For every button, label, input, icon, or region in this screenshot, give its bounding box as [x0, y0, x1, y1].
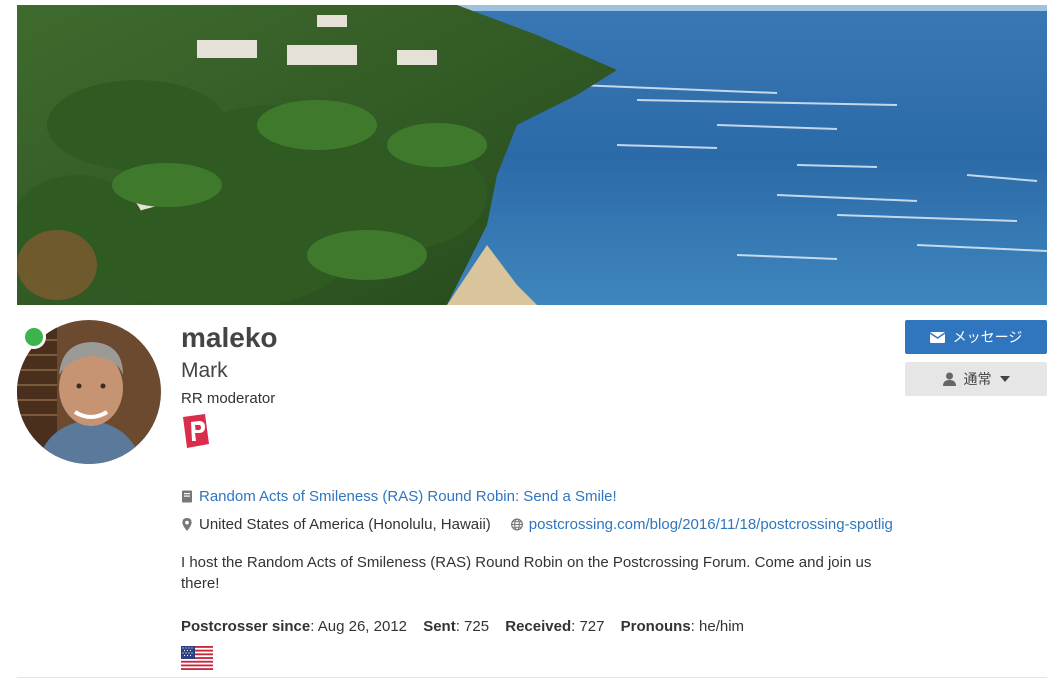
location-text: United States of America (Honolulu, Hawa… [199, 516, 491, 533]
pronouns-value: : he/him [690, 618, 745, 635]
status-button-label: 通常 [963, 371, 992, 387]
website-link[interactable]: postcrossing.com/blog/2016/11/18/postcro… [529, 516, 893, 533]
map-marker-icon [182, 518, 192, 531]
real-name: Mark [181, 359, 228, 382]
message-button-label: メッセージ [952, 329, 1023, 345]
about-text: I host the Random Acts of Smileness (RAS… [181, 554, 872, 592]
round-robin-row: Random Acts of Smileness (RAS) Round Rob… [181, 488, 617, 505]
profile-page: maleko Mark RR moderator メッセージ 通常 Random… [0, 0, 1057, 680]
us-flag-icon [181, 646, 213, 670]
globe-icon [510, 518, 523, 531]
message-button[interactable]: メッセージ [905, 320, 1047, 354]
postcrossing-p-badge[interactable] [181, 414, 211, 450]
book-icon [182, 490, 192, 503]
round-robin-link[interactable]: Random Acts of Smileness (RAS) Round Rob… [199, 488, 617, 505]
profile-stats: Postcrosser since: Aug 26, 2012 Sent: 72… [181, 618, 744, 635]
location-website-row: United States of America (Honolulu, Hawa… [181, 516, 893, 533]
username: maleko [181, 322, 278, 353]
received-value: : 727 [571, 618, 605, 635]
online-status-indicator [22, 325, 46, 349]
user-role: RR moderator [181, 390, 276, 407]
cover-photo [17, 5, 1047, 305]
since-value: : Aug 26, 2012 [310, 618, 408, 635]
user-icon [942, 372, 956, 386]
pronouns-label: Pronouns [620, 618, 691, 635]
status-dropdown-button[interactable]: 通常 [905, 362, 1047, 396]
caret-down-icon [999, 376, 1010, 382]
sent-value: : 725 [455, 618, 490, 635]
since-label: Postcrosser since [181, 618, 311, 635]
sent-label: Sent [423, 618, 456, 635]
envelope-icon [929, 331, 945, 343]
received-label: Received [505, 618, 572, 635]
section-divider [17, 677, 1047, 678]
